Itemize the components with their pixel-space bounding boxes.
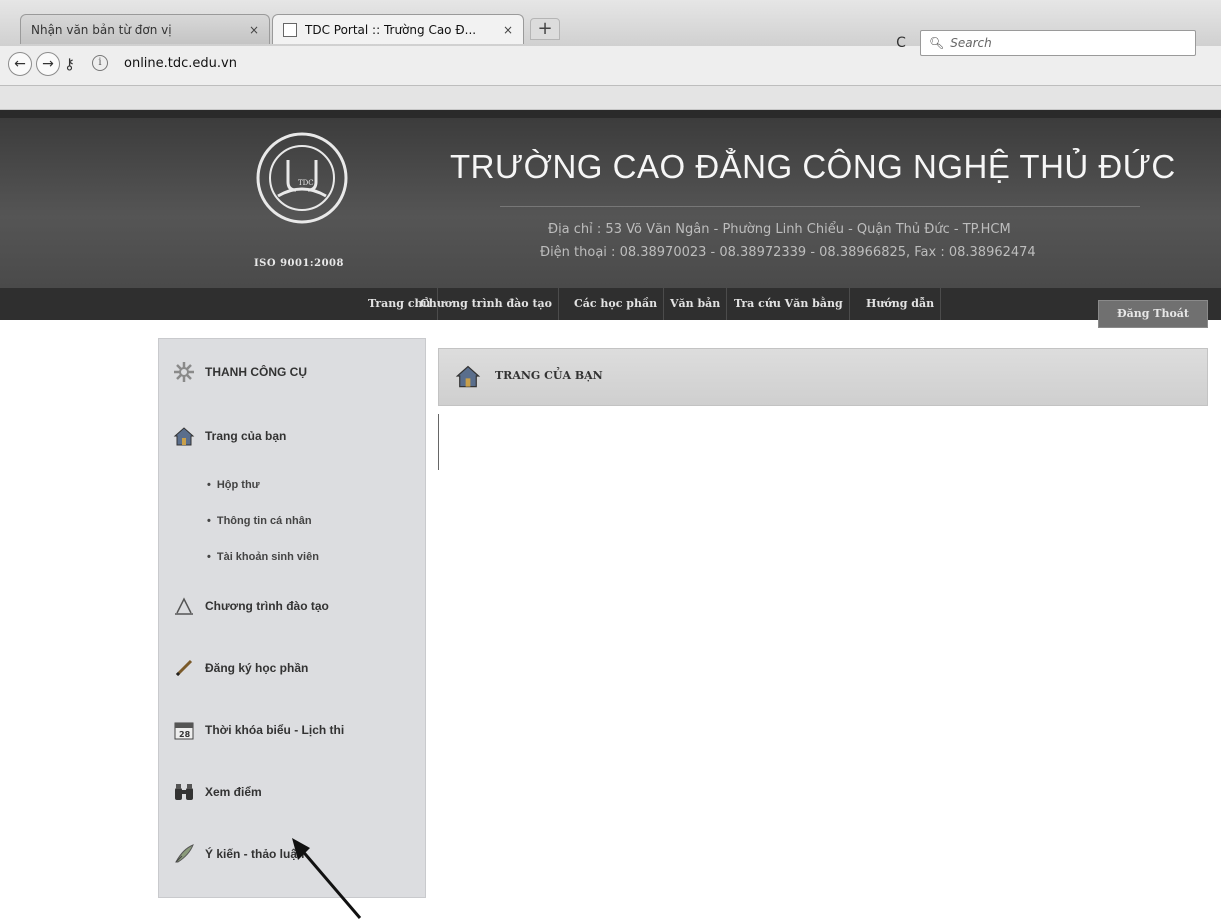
- school-name: TRƯỜNG CAO ĐẲNG CÔNG NGHỆ THỦ ĐỨC: [450, 148, 1176, 185]
- page-title: TRANG CỦA BẠN: [495, 369, 603, 382]
- url-host: online.tdc.edu.vn: [124, 56, 237, 71]
- sidebar-toolbar-title: THANH CÔNG CỤ: [173, 361, 307, 383]
- back-button[interactable]: ←: [8, 52, 32, 76]
- sidebar-item-course-registration[interactable]: Đăng ký học phần: [173, 657, 308, 679]
- pen-icon: [175, 659, 193, 677]
- header-top-strip: [0, 110, 1221, 118]
- sidebar-item-view-grades[interactable]: Xem điểm: [173, 781, 262, 803]
- tab-title: TDC Portal :: Trường Cao Đ...: [305, 22, 477, 37]
- sidebar-item-training-program[interactable]: Chương trình đào tạo: [173, 595, 329, 617]
- sidebar-item-label: Xem điểm: [205, 785, 262, 799]
- iso-label: ISO 9001:2008: [254, 258, 344, 269]
- main-panel-header: TRANG CỦA BẠN: [438, 348, 1208, 406]
- menu-item-courses[interactable]: Các học phần: [568, 288, 665, 320]
- calendar-icon: 28: [174, 722, 194, 740]
- tab-close-icon[interactable]: ×: [503, 23, 513, 37]
- tab-tdc-portal[interactable]: TDC Portal :: Trường Cao Đ... ×: [272, 14, 524, 44]
- school-logo[interactable]: TDC: [254, 130, 350, 226]
- sidebar-item-timetable[interactable]: 28 Thời khóa biểu - Lịch thi: [173, 719, 344, 741]
- menu-item-diploma-lookup[interactable]: Tra cứu Văn bằng: [728, 288, 850, 320]
- logout-button[interactable]: Đăng Thoát: [1098, 300, 1208, 328]
- site-header: TDC ISO 9001:2008 TRƯỜNG CAO ĐẲNG CÔNG N…: [0, 110, 1221, 288]
- ruler-compass-icon: [175, 597, 193, 615]
- house-icon: [455, 365, 481, 388]
- school-address: Địa chỉ : 53 Võ Văn Ngân - Phường Linh C…: [548, 222, 1011, 237]
- calendar-day: 28: [179, 730, 191, 739]
- menu-item-documents[interactable]: Văn bản: [664, 288, 728, 320]
- gear-icon: [174, 362, 194, 382]
- tab-nhan-van-ban[interactable]: Nhận văn bản từ đơn vị ×: [20, 14, 270, 44]
- main-menu: Trang chủ Chương trình đào tạo Các học p…: [0, 288, 1221, 320]
- sidebar-subitem-student-account[interactable]: Tài khoản sinh viên: [207, 551, 319, 563]
- logo-text: TDC: [298, 179, 314, 187]
- header-divider: [500, 206, 1140, 207]
- sidebar-item-label: Thời khóa biểu - Lịch thi: [205, 723, 345, 737]
- school-phone: Điện thoại : 08.38970023 - 08.38972339 -…: [540, 245, 1036, 260]
- quill-icon: [175, 844, 194, 863]
- forward-button[interactable]: →: [36, 52, 60, 76]
- page-favicon-icon: [283, 22, 297, 37]
- sidebar-item-my-page[interactable]: Trang của bạn: [173, 425, 286, 447]
- sidebar-subitem-personal-info[interactable]: Thông tin cá nhân: [207, 515, 312, 527]
- menu-item-guide[interactable]: Hướng dẫn: [860, 288, 942, 320]
- menu-item-program[interactable]: Chương trình đào tạo: [414, 288, 560, 320]
- search-icon: 🔍︎: [929, 36, 945, 50]
- tab-title: Nhận văn bản từ đơn vị: [31, 22, 172, 37]
- binoculars-icon: [175, 784, 193, 800]
- url-bar[interactable]: online.tdc.edu.vn: [124, 52, 884, 76]
- browser-search-input[interactable]: 🔍︎ Search: [920, 30, 1196, 56]
- new-tab-button[interactable]: +: [530, 18, 560, 40]
- search-placeholder: Search: [950, 36, 992, 50]
- annotation-arrow-icon: [292, 838, 362, 919]
- info-icon[interactable]: i: [92, 55, 108, 71]
- text-cursor: [438, 414, 439, 470]
- sidebar-subitem-inbox[interactable]: Hộp thư: [207, 479, 260, 491]
- sidebar-item-label: Đăng ký học phần: [205, 661, 309, 675]
- reload-button[interactable]: C: [888, 30, 914, 56]
- sidebar-toolbar-label: THANH CÔNG CỤ: [205, 365, 307, 379]
- key-icon[interactable]: ⚷: [64, 55, 75, 73]
- sidebar: THANH CÔNG CỤ Trang của bạn Hộp thư Thôn…: [158, 338, 426, 898]
- browser-toolbar-strip: [0, 86, 1221, 110]
- sidebar-item-label: Trang của bạn: [205, 429, 287, 443]
- sidebar-item-label: Chương trình đào tạo: [205, 599, 329, 613]
- house-icon: [173, 427, 195, 446]
- tab-close-icon[interactable]: ×: [249, 23, 259, 37]
